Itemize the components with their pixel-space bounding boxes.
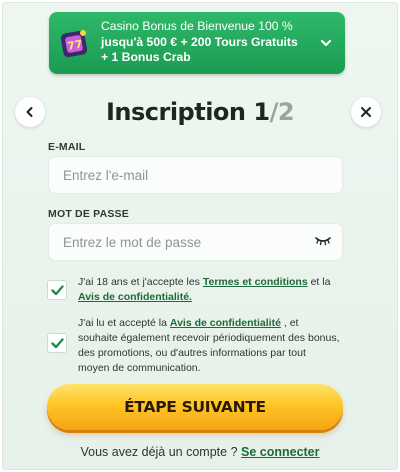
privacy-link-2[interactable]: Avis de confidentialité [170,317,281,329]
email-input[interactable] [48,156,343,194]
consent2-text-before: J'ai lu et accepté la [78,317,170,329]
close-button[interactable] [351,97,381,127]
checkmark-icon [50,284,64,295]
bonus-text: Casino Bonus de Bienvenue 100 % jusqu'à … [101,19,309,66]
welcome-bonus-banner[interactable]: 77 Casino Bonus de Bienvenue 100 % jusqu… [49,12,345,74]
svg-text:77: 77 [66,38,83,53]
step-current: 1 [253,98,270,126]
consent-terms-text: J'ai 18 ans et j'accepte les Termes et c… [78,275,340,305]
checkmark-icon [50,337,64,348]
bonus-line-3: + 1 Bonus Crab [101,50,191,64]
consent-marketing-text: J'ai lu et accepté la Avis de confidenti… [78,316,340,376]
page-title: Inscription 1/2 [0,98,400,126]
bonus-line-2: jusqu'à 500 € + 200 Tours Gratuits [101,34,298,49]
next-step-button[interactable]: ÉTAPE SUIVANTE [47,384,343,430]
title-text: Inscription [105,98,246,126]
login-prompt: Vous avez déjà un compte ? Se connecter [0,445,400,459]
consent-marketing-checkbox[interactable] [47,333,67,353]
consent1-text-middle: et la [307,276,331,288]
close-icon [361,107,371,117]
password-input[interactable] [48,223,343,261]
consent-terms-checkbox[interactable] [47,280,67,300]
casino-slot-icon: 77 [60,30,88,58]
password-label: MOT DE PASSE [48,208,129,220]
email-label: E-MAIL [48,141,86,153]
login-prompt-text: Vous avez déjà un compte ? [80,445,241,459]
eye-closed-icon[interactable] [315,236,331,246]
login-link[interactable]: Se connecter [241,445,320,459]
terms-link[interactable]: Termes et conditions [203,276,308,288]
bonus-line-1: Casino Bonus de Bienvenue 100 % [101,19,293,33]
step-total: /2 [269,98,295,126]
chevron-down-icon[interactable] [319,36,333,50]
consent1-text-before: J'ai 18 ans et j'accepte les [78,276,203,288]
privacy-link[interactable]: Avis de confidentialité. [78,291,192,303]
